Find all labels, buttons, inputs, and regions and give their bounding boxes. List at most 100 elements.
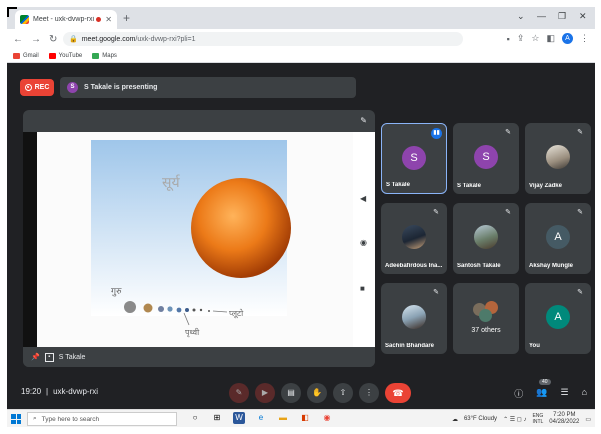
raise-hand-button[interactable]: ✋	[307, 383, 327, 403]
slide-center-icon[interactable]: ◉	[360, 238, 367, 247]
bookmark-maps[interactable]: Maps	[92, 52, 117, 59]
maximize-icon[interactable]: ❐	[558, 11, 566, 22]
bookmark-youtube[interactable]: YouTube	[48, 52, 82, 59]
participant-tile[interactable]: ✎ Santosh Takale	[453, 203, 519, 274]
side-panel-controls: ⓘ 👥 ☰ ⌂	[514, 387, 587, 400]
participant-tile[interactable]: ✎ Adeebafirdous Ina...	[381, 203, 447, 274]
mic-off-icon: ✎	[577, 209, 583, 216]
meeting-info: 19:20 | uxk-dvwp-rxi	[21, 387, 99, 396]
slide-title: सूर्य	[162, 174, 181, 191]
close-tab-icon[interactable]: ✕	[105, 15, 112, 24]
new-tab-button[interactable]: +	[123, 11, 130, 25]
system-tray: ☁ 63°F Cloudy ⌃ ☰ ◻ ♪ ENG INTL 7:20 PM 0…	[452, 412, 591, 426]
url-domain: meet.google.com	[81, 35, 136, 43]
participant-name: Santosh Takale	[457, 263, 501, 269]
meeting-time: 19:20	[21, 387, 42, 396]
presentation-stage: ✎ सूर्य गुरु पृथ्वी प्लूटो ◀ ◉ ■ 📌 ▪ S T…	[23, 110, 375, 367]
avatar-photo	[546, 145, 570, 169]
windows-start-icon[interactable]	[11, 414, 21, 424]
screen: Meet - uxk-dvwp-rxi ✕ + ⌄ — ❐ ✕ ← → ↻ 🔒 …	[7, 7, 595, 427]
camera-toggle-button[interactable]: ▶	[255, 383, 275, 403]
others-count: 37 others	[471, 327, 501, 334]
close-window-icon[interactable]: ✕	[579, 11, 587, 22]
lock-icon: 🔒	[69, 36, 78, 43]
recording-badge[interactable]: REC	[20, 79, 54, 96]
participant-tile[interactable]: ✎ Sachin Bhandare	[381, 283, 447, 354]
notifications-icon[interactable]: ▭	[585, 416, 591, 423]
browser-tab[interactable]: Meet - uxk-dvwp-rxi ✕	[15, 10, 117, 29]
people-icon[interactable]: 👥	[536, 387, 547, 400]
presenting-text: S Takale is presenting	[84, 84, 158, 91]
more-options-button[interactable]: ⋮	[359, 383, 379, 403]
file-explorer-icon[interactable]: ▬	[277, 412, 289, 424]
others-tile[interactable]: 37 others	[453, 283, 519, 354]
task-view-icon[interactable]: ⊞	[211, 412, 223, 424]
browser-toolbar: ← → ↻ 🔒 meet.google.com/uxk-dvwp-rxi?pli…	[7, 29, 595, 49]
participant-tile-self[interactable]: ✎ A You	[525, 283, 591, 354]
taskbar-search[interactable]: ⌕ Type here to search	[27, 412, 177, 426]
pin-icon[interactable]: 📌	[31, 353, 40, 361]
tray-icons[interactable]: ⌃ ☰ ◻ ♪	[503, 416, 526, 423]
activities-icon[interactable]: ⌂	[582, 387, 587, 400]
slide-label-guru: गुरु	[111, 287, 122, 297]
meeting-code: uxk-dvwp-rxi	[53, 387, 99, 396]
avatar: A	[546, 305, 570, 329]
avatar-photo	[402, 225, 426, 249]
word-icon[interactable]: W	[233, 412, 245, 424]
participant-tile[interactable]: ✎ S S Takale	[453, 123, 519, 194]
address-bar[interactable]: 🔒 meet.google.com/uxk-dvwp-rxi?pli=1	[63, 32, 463, 46]
mic-off-icon: ✎	[505, 209, 511, 216]
taskbar-search-placeholder: Type here to search	[41, 415, 100, 423]
windows-taskbar: ⌕ Type here to search ○ ⊞ W e ▬ ◧ ◉ ☁ 63…	[7, 409, 595, 427]
presenting-banner: S S Takale is presenting	[60, 77, 356, 98]
tab-title: Meet - uxk-dvwp-rxi	[33, 16, 95, 23]
language-indicator[interactable]: ENG INTL	[532, 413, 543, 425]
info-icon[interactable]: ⓘ	[514, 387, 523, 400]
stop-slide-icon[interactable]: ■	[360, 284, 365, 293]
speaking-indicator-icon: ▮▮	[431, 128, 442, 139]
participant-name: Vijay Zadke	[529, 183, 562, 189]
mic-toggle-button[interactable]: ✎	[229, 383, 249, 403]
profile-avatar[interactable]: A	[562, 33, 573, 44]
sun-graphic	[191, 178, 291, 278]
participant-name: Akshay Mungle	[529, 263, 574, 269]
back-icon[interactable]: ←	[13, 34, 23, 45]
tab-search-icon[interactable]: ⌄	[517, 11, 525, 22]
menu-icon[interactable]: ⋮	[580, 33, 589, 44]
share-icon[interactable]: ⇪	[517, 33, 525, 44]
participant-tile[interactable]: ✎ A Akshay Mungle	[525, 203, 591, 274]
taskbar-clock[interactable]: 7:20 PM 04/28/2022	[549, 412, 579, 426]
avatar: S	[474, 145, 498, 169]
camera-in-use-icon[interactable]: ▪	[507, 34, 510, 44]
url-path: /uxk-dvwp-rxi?pli=1	[135, 35, 196, 43]
bookmark-star-icon[interactable]: ☆	[531, 33, 539, 44]
bookmark-gmail[interactable]: Gmail	[13, 52, 39, 59]
participant-tile[interactable]: ✎ Vijay Zadke	[525, 123, 591, 194]
end-call-button[interactable]: ☎	[385, 383, 411, 403]
tab-strip: Meet - uxk-dvwp-rxi ✕ + ⌄ — ❐ ✕	[7, 7, 595, 29]
presented-slide: सूर्य गुरु पृथ्वी प्लूटो	[37, 132, 353, 347]
captions-button[interactable]: ▤	[281, 383, 301, 403]
forward-icon[interactable]: →	[31, 34, 41, 45]
chrome-icon[interactable]: ◉	[321, 412, 333, 424]
previous-slide-icon[interactable]: ◀	[360, 194, 366, 203]
meeting-controls-bar: 19:20 | uxk-dvwp-rxi ✎ ▶ ▤ ✋ ⇧ ⋮ ☎ 40 ⓘ …	[7, 377, 595, 409]
reload-icon[interactable]: ↻	[49, 34, 57, 45]
chat-icon[interactable]: ☰	[560, 387, 568, 400]
recording-indicator-icon	[96, 17, 102, 22]
call-controls: ✎ ▶ ▤ ✋ ⇧ ⋮ ☎	[229, 383, 411, 403]
presentation-icon: ▪	[44, 352, 54, 362]
participant-name: S Takale	[457, 183, 481, 189]
minimize-icon[interactable]: —	[537, 11, 546, 21]
bookmarks-bar: Gmail YouTube Maps	[7, 49, 595, 63]
cortana-icon[interactable]: ○	[189, 412, 201, 424]
participant-tile[interactable]: ▮▮ S S Takale	[381, 123, 447, 194]
slide-label-pluto: प्लूटो	[229, 308, 244, 319]
sidebar-icon[interactable]: ◧	[546, 33, 555, 44]
edge-icon[interactable]: e	[255, 412, 267, 424]
weather-text[interactable]: 63°F Cloudy	[464, 416, 497, 422]
office-icon[interactable]: ◧	[299, 412, 311, 424]
unpin-icon[interactable]: ✎	[360, 116, 367, 125]
present-button[interactable]: ⇧	[333, 383, 353, 403]
participant-name: Sachin Bhandare	[385, 343, 435, 349]
